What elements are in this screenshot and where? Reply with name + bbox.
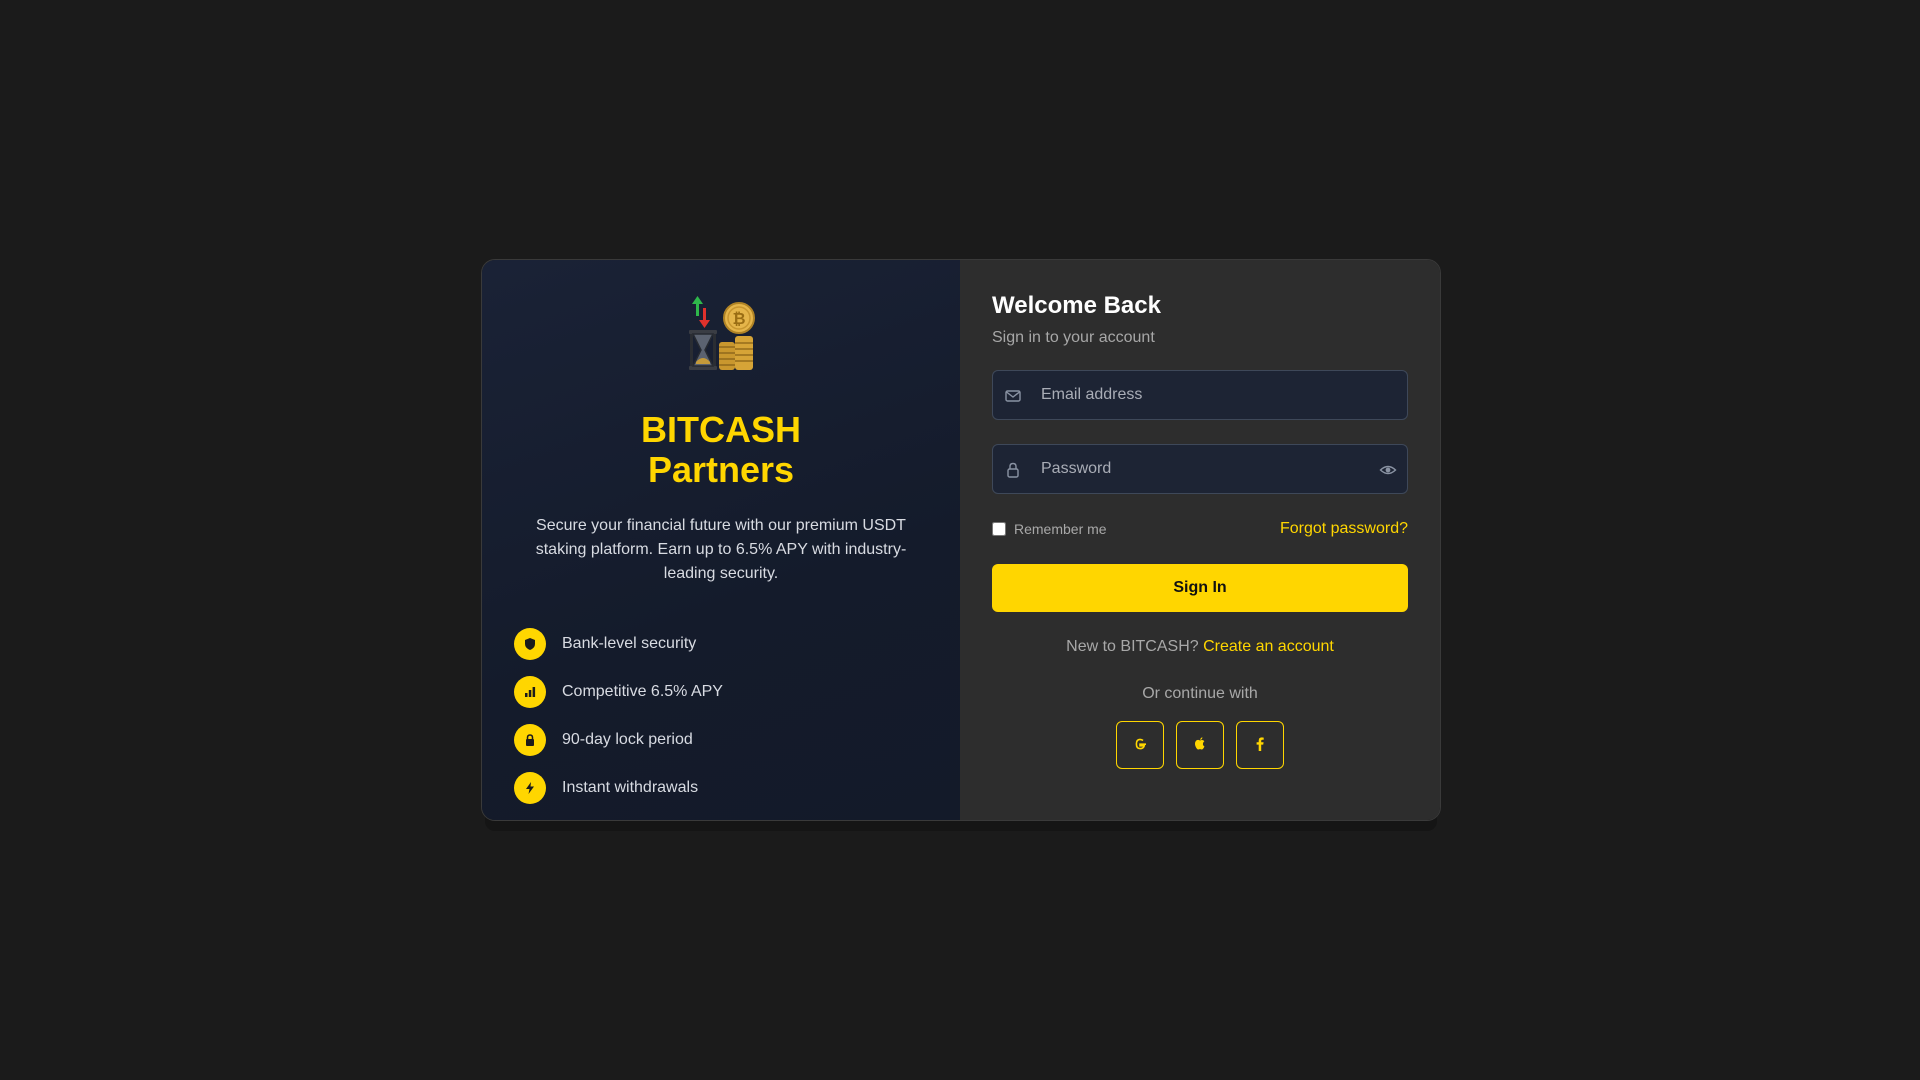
create-account-link[interactable]: Create an account [1203, 638, 1334, 655]
password-field [992, 444, 1408, 494]
social-login-buttons [992, 721, 1408, 769]
lock-icon [514, 724, 546, 756]
form-title: Welcome Back [992, 292, 1161, 319]
feature-list: Bank-level security Competitive 6.5% APY… [514, 628, 928, 820]
register-prompt: New to BITCASH? Create an account [992, 638, 1408, 656]
apple-icon [1191, 735, 1209, 756]
sign-in-button[interactable]: Sign In [992, 564, 1408, 612]
hourglass-bitcoin-logo-icon: ₿ [681, 294, 761, 374]
eye-icon[interactable] [1379, 461, 1397, 479]
feature-label: Competitive 6.5% APY [562, 683, 723, 700]
feature-item: 90-day lock period [514, 724, 928, 756]
register-text: New to BITCASH? [1066, 638, 1199, 655]
login-form-panel: Welcome Back Sign in to your account Rem… [960, 260, 1440, 820]
brand-name: BITCASH [641, 409, 801, 450]
chart-icon [514, 676, 546, 708]
email-field [992, 370, 1408, 420]
brand-panel: ₿ BITCASH Partners Secure your financial… [482, 260, 960, 820]
continue-with-label: Or continue with [1142, 685, 1258, 702]
forgot-password-link[interactable]: Forgot password? [1280, 520, 1408, 538]
google-login-button[interactable] [1116, 721, 1164, 769]
facebook-icon [1251, 735, 1269, 756]
feature-item: Competitive 6.5% APY [514, 676, 928, 708]
remember-label: Remember me [1014, 521, 1107, 537]
login-card: ₿ BITCASH Partners Secure your financial… [481, 259, 1441, 821]
svg-text:₿: ₿ [732, 309, 745, 328]
options-row: Remember me Forgot password? [992, 518, 1408, 540]
remember-me[interactable]: Remember me [992, 521, 1107, 537]
brand-subname: Partners [647, 449, 795, 490]
shield-icon [514, 628, 546, 660]
google-icon [1131, 735, 1149, 756]
bolt-icon [514, 772, 546, 804]
feature-label: Bank-level security [562, 635, 697, 652]
feature-item: Bank-level security [514, 628, 928, 660]
brand-tagline: Secure your financial future with our pr… [535, 517, 907, 582]
brand-title: BITCASH Partners [641, 410, 801, 490]
feature-label: Instant withdrawals [562, 779, 699, 796]
email-input[interactable] [993, 371, 1407, 419]
password-input[interactable] [993, 445, 1407, 493]
facebook-login-button[interactable] [1236, 721, 1284, 769]
form-subtitle: Sign in to your account [992, 329, 1155, 346]
feature-item: Instant withdrawals [514, 772, 928, 804]
apple-login-button[interactable] [1176, 721, 1224, 769]
feature-label: 90-day lock period [562, 731, 693, 748]
remember-checkbox[interactable] [992, 522, 1006, 536]
